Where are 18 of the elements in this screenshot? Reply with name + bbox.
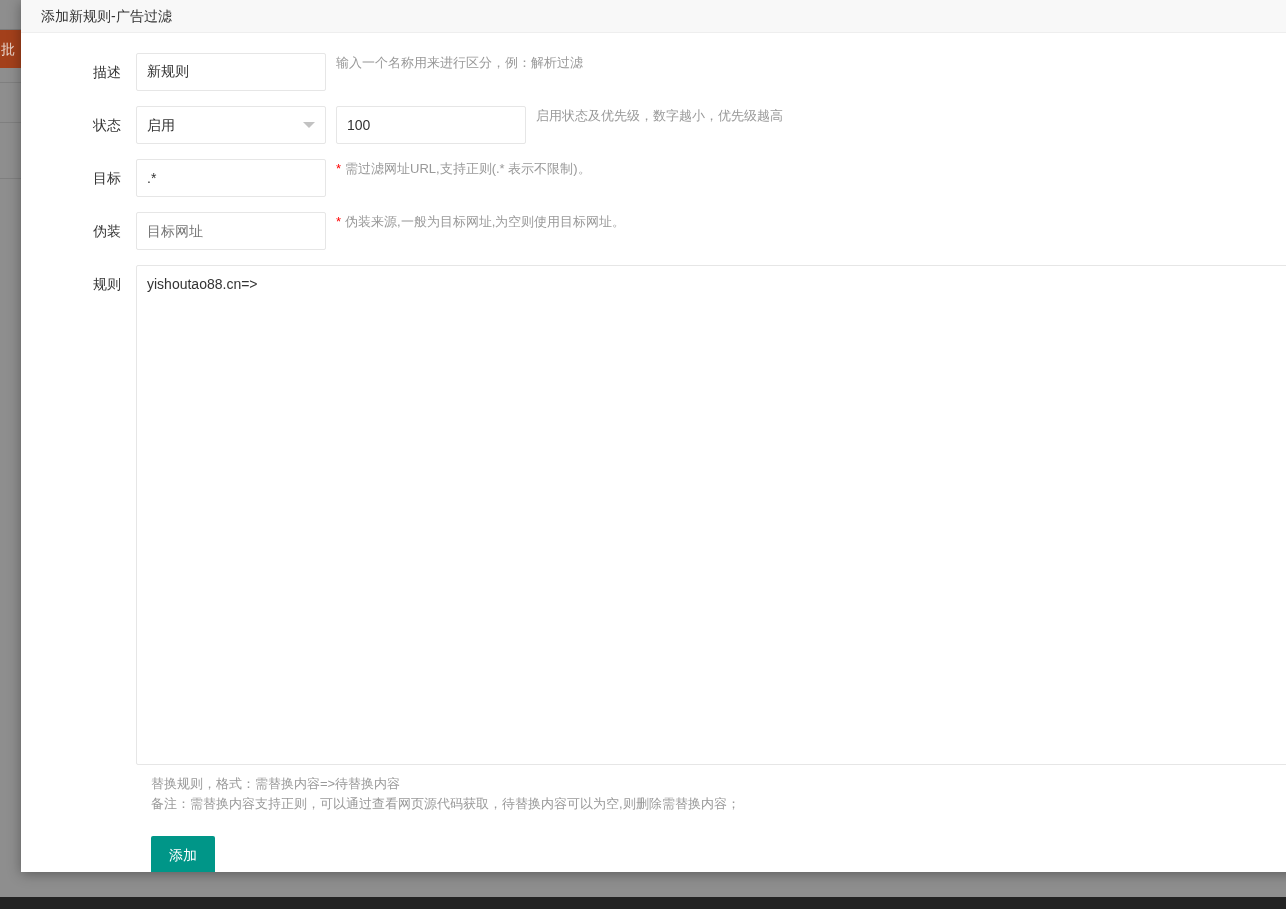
help-text: 备注：需替换内容支持正则，可以通过查看网页源代码获取，待替换内容可以为空,则删除需替换内容；	[151, 795, 741, 813]
help-text: 替换规则，格式：需替换内容=>待替换内容	[151, 775, 402, 793]
help-text: 启用状态及优先级，数字越小，优先级越高	[536, 107, 783, 125]
field-label: 状态	[92, 116, 122, 135]
dialog-title: 添加新规则-广告过滤	[41, 6, 172, 26]
field-label: 描述	[92, 63, 122, 82]
rules-textarea[interactable]: yishoutao88.cn=>	[136, 265, 1286, 765]
help-text: * 需过滤网址URL,支持正则(.* 表示不限制)。	[336, 160, 591, 178]
field-label: 规则	[92, 275, 122, 294]
field-label: 目标	[92, 169, 122, 188]
status-select[interactable]: 启用	[136, 106, 326, 144]
text-field[interactable]: .*	[136, 159, 326, 197]
dropdown-caret-icon	[303, 122, 315, 128]
field-label: 伪装	[92, 222, 122, 241]
add-button[interactable]: 添加	[151, 836, 215, 872]
text-field[interactable]: 目标网址	[136, 212, 326, 250]
text-field[interactable]: 新规则	[136, 53, 326, 91]
text-field[interactable]: 100	[336, 106, 526, 144]
